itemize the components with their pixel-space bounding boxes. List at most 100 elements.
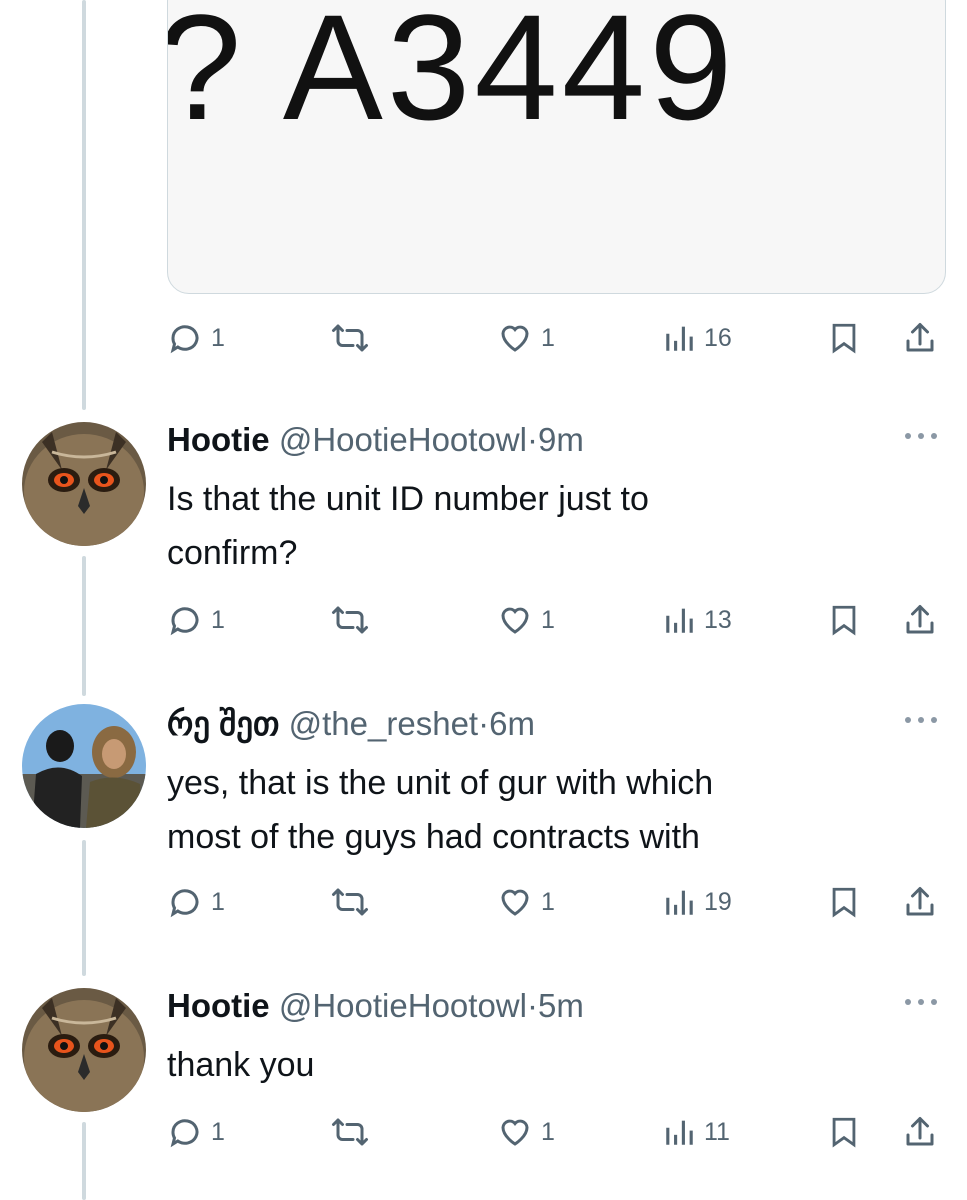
media-image[interactable]: ? A3449 xyxy=(167,0,946,294)
bookmark-button[interactable] xyxy=(827,880,861,924)
reply-count: 1 xyxy=(211,323,225,352)
share-button[interactable] xyxy=(902,880,938,924)
view-count: 16 xyxy=(704,323,732,352)
bookmark-icon xyxy=(827,1114,861,1150)
more-icon[interactable] xyxy=(903,992,939,1011)
reply-icon xyxy=(167,884,203,920)
heart-icon xyxy=(497,602,533,638)
reply-tweet[interactable]: Hootie @HootieHootowl·5m thank you xyxy=(167,986,947,1092)
like-count: 1 xyxy=(541,323,555,352)
tweet-header: რე შეთ @the_reshet·6m xyxy=(167,704,947,744)
reply-count: 1 xyxy=(211,605,225,634)
views-button[interactable]: 13 xyxy=(662,598,732,642)
plate-text: ? A3449 xyxy=(167,0,737,151)
action-bar: 1 1 16 xyxy=(167,316,947,360)
username[interactable]: @the_reshet xyxy=(289,705,478,742)
like-count: 1 xyxy=(541,605,555,634)
more-icon[interactable] xyxy=(903,710,939,729)
like-count: 1 xyxy=(541,1117,555,1146)
thread-line xyxy=(82,556,86,696)
views-button[interactable]: 11 xyxy=(662,1110,730,1154)
heart-icon xyxy=(497,884,533,920)
timestamp[interactable]: 9m xyxy=(538,421,584,458)
tweet-header: Hootie @HootieHootowl·9m xyxy=(167,420,947,460)
like-button[interactable]: 1 xyxy=(497,880,555,924)
view-count: 11 xyxy=(704,1117,730,1146)
tweet-text-line: confirm? xyxy=(167,534,298,572)
share-button[interactable] xyxy=(902,1110,938,1154)
reply-tweet[interactable]: Hootie @HootieHootowl·9m Is that the uni… xyxy=(167,420,947,580)
dot-separator: · xyxy=(526,421,538,458)
tweet-text: yes, that is the unit of gur with which … xyxy=(167,756,947,864)
reply-icon xyxy=(167,1114,203,1150)
username[interactable]: @HootieHootowl xyxy=(279,987,527,1024)
analytics-icon xyxy=(662,885,696,919)
retweet-button[interactable] xyxy=(329,1110,371,1154)
reply-button[interactable]: 1 xyxy=(167,598,225,642)
like-button[interactable]: 1 xyxy=(497,316,555,360)
like-count: 1 xyxy=(541,887,555,916)
share-button[interactable] xyxy=(902,598,938,642)
share-button[interactable] xyxy=(902,316,938,360)
reply-count: 1 xyxy=(211,1117,225,1146)
like-button[interactable]: 1 xyxy=(497,1110,555,1154)
avatar-photo[interactable] xyxy=(22,704,146,828)
bookmark-button[interactable] xyxy=(827,1110,861,1154)
retweet-icon xyxy=(329,602,371,638)
dot-separator: · xyxy=(478,705,490,742)
avatar-owl[interactable] xyxy=(22,988,146,1112)
share-icon xyxy=(902,320,938,356)
tweet-text-line: Is that the unit ID number just to xyxy=(167,480,649,518)
analytics-icon xyxy=(662,1115,696,1149)
share-icon xyxy=(902,884,938,920)
share-icon xyxy=(902,602,938,638)
tweet-text-line: thank you xyxy=(167,1046,315,1084)
reply-button[interactable]: 1 xyxy=(167,1110,225,1154)
tweet-text: Is that the unit ID number just to confi… xyxy=(167,472,947,580)
tweet-header: Hootie @HootieHootowl·5m xyxy=(167,986,947,1026)
reply-button[interactable]: 1 xyxy=(167,316,225,360)
retweet-button[interactable] xyxy=(329,880,371,924)
display-name[interactable]: Hootie xyxy=(167,987,270,1024)
retweet-button[interactable] xyxy=(329,598,371,642)
bookmark-icon xyxy=(827,884,861,920)
timestamp[interactable]: 5m xyxy=(538,987,584,1024)
retweet-icon xyxy=(329,1114,371,1150)
tweet-text-line: yes, that is the unit of gur with which xyxy=(167,764,714,802)
bookmark-button[interactable] xyxy=(827,598,861,642)
share-icon xyxy=(902,1114,938,1150)
retweet-icon xyxy=(329,884,371,920)
display-name[interactable]: Hootie xyxy=(167,421,270,458)
analytics-icon xyxy=(662,603,696,637)
views-button[interactable]: 19 xyxy=(662,880,732,924)
username[interactable]: @HootieHootowl xyxy=(279,421,527,458)
reply-count: 1 xyxy=(211,887,225,916)
thread-line xyxy=(82,840,86,976)
view-count: 13 xyxy=(704,605,732,634)
avatar-owl[interactable] xyxy=(22,422,146,546)
thread-line xyxy=(82,1122,86,1200)
reply-button[interactable]: 1 xyxy=(167,880,225,924)
heart-icon xyxy=(497,1114,533,1150)
tweet-text-line: most of the guys had contracts with xyxy=(167,818,700,856)
view-count: 19 xyxy=(704,887,732,916)
tweet-text: thank you xyxy=(167,1038,947,1092)
display-name[interactable]: რე შეთ xyxy=(167,705,279,742)
timestamp[interactable]: 6m xyxy=(489,705,535,742)
reply-icon xyxy=(167,320,203,356)
action-bar: 1 1 13 xyxy=(167,598,947,642)
reply-icon xyxy=(167,602,203,638)
bookmark-icon xyxy=(827,320,861,356)
action-bar: 1 1 11 xyxy=(167,1110,947,1154)
retweet-button[interactable] xyxy=(329,316,371,360)
retweet-icon xyxy=(329,320,371,356)
reply-tweet[interactable]: რე შეთ @the_reshet·6m yes, that is the u… xyxy=(167,704,947,864)
bookmark-button[interactable] xyxy=(827,316,861,360)
views-button[interactable]: 16 xyxy=(662,316,732,360)
like-button[interactable]: 1 xyxy=(497,598,555,642)
bookmark-icon xyxy=(827,602,861,638)
analytics-icon xyxy=(662,321,696,355)
more-icon[interactable] xyxy=(903,426,939,445)
action-bar: 1 1 19 xyxy=(167,880,947,924)
dot-separator: · xyxy=(526,987,538,1024)
